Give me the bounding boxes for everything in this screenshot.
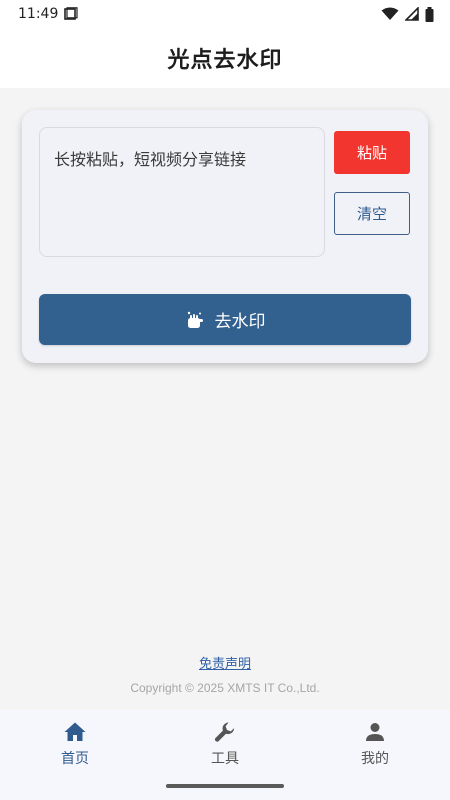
paste-button[interactable]: 粘贴 [334,131,410,174]
copyright-text: Copyright © 2025 XMTS IT Co.,Ltd. [130,681,320,695]
status-time: 11:49 [18,6,59,22]
page-title: 光点去水印 [167,48,283,73]
nav-label-profile: 我的 [361,751,389,767]
status-right [381,6,434,22]
signal-icon [405,7,419,21]
clear-button[interactable]: 清空 [334,192,410,235]
disclaimer-link[interactable]: 免责声明 [0,653,450,672]
remove-watermark-button[interactable]: 去水印 [39,294,411,345]
status-left: 11:49 [18,6,78,22]
wrench-icon [214,722,235,742]
home-icon [64,722,86,741]
remove-watermark-label: 去水印 [214,312,266,332]
status-bar: 11:49 [0,0,450,28]
nav-item-home[interactable]: 首页 [0,710,150,800]
battery-icon [425,6,434,22]
nav-item-profile[interactable]: 我的 [300,710,450,800]
share-link-input[interactable] [39,127,325,257]
screenshot-notification-icon [64,7,78,20]
nav-label-home: 首页 [61,751,89,767]
home-indicator[interactable] [166,784,284,788]
wifi-icon [381,7,399,20]
link-input-card: 粘贴 清空 去水印 [22,110,428,363]
clean-hand-icon [187,311,203,328]
person-icon [366,723,384,741]
app-bar: 光点去水印 [0,28,450,88]
nav-label-tools: 工具 [211,751,239,767]
